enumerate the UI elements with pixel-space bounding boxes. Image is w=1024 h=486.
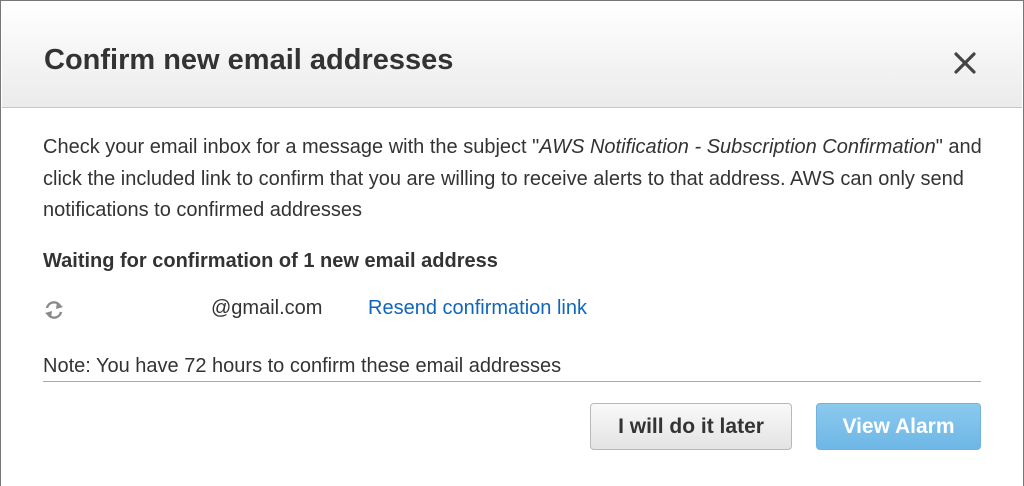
instructions-text: Check your email inbox for a message wit…	[43, 132, 1003, 227]
close-icon[interactable]	[948, 46, 982, 80]
email-domain: @gmail.com	[211, 297, 323, 319]
resend-confirmation-link[interactable]: Resend confirmation link	[368, 297, 587, 320]
do-it-later-button[interactable]: I will do it later	[590, 403, 792, 450]
notification-subject: AWS Notification - Subscription Confirma…	[539, 136, 936, 158]
confirm-email-dialog: Confirm new email addresses Check your e…	[0, 0, 1024, 486]
waiting-heading: Waiting for confirmation of 1 new email …	[43, 250, 498, 272]
dialog-title: Confirm new email addresses	[44, 44, 454, 76]
refresh-icon	[43, 299, 65, 321]
instructions-part1: Check your email inbox for a message wit…	[43, 136, 540, 158]
divider	[43, 381, 981, 382]
pending-email-row: @gmail.com Resend confirmation link	[43, 297, 743, 325]
dialog-header: Confirm new email addresses	[2, 2, 1022, 108]
note-text: Note: You have 72 hours to confirm these…	[43, 355, 562, 377]
view-alarm-button[interactable]: View Alarm	[816, 403, 981, 450]
